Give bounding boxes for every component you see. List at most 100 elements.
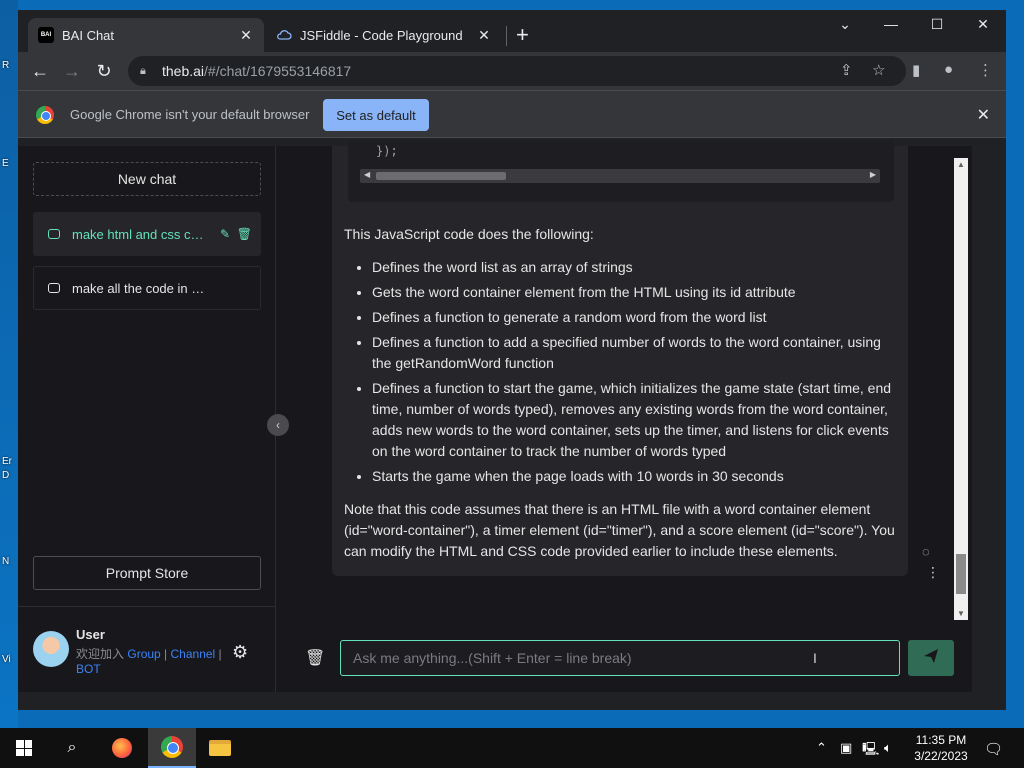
share-icon[interactable]: ⇪ bbox=[840, 61, 853, 79]
chat-bubble-icon bbox=[48, 283, 60, 293]
message-content: This JavaScript code does the following:… bbox=[344, 224, 904, 574]
tab-search-icon[interactable]: ⌄ bbox=[822, 16, 868, 33]
sidebar: New chat make html and css code for a ty… bbox=[18, 146, 276, 692]
chat-vertical-scrollbar[interactable]: ▲ ▼ bbox=[954, 158, 968, 620]
default-browser-infobar: Google Chrome isn't your default browser… bbox=[18, 90, 1006, 138]
list-item: Gets the word container element from the… bbox=[372, 282, 904, 303]
firefox-icon bbox=[112, 738, 132, 758]
code-block: }); ◀ ▶ bbox=[348, 140, 894, 202]
network-icon[interactable]: 🖳︎ bbox=[862, 740, 879, 762]
prompt-store-button[interactable]: Prompt Store bbox=[33, 556, 261, 590]
desktop-icon-label[interactable]: R bbox=[2, 60, 9, 71]
profile-icon[interactable]: ● bbox=[944, 61, 953, 78]
close-infobar-icon[interactable]: ✕ bbox=[977, 105, 990, 125]
desktop-icon-label[interactable]: E bbox=[2, 158, 9, 169]
send-button[interactable] bbox=[908, 640, 954, 676]
address-bar[interactable]: 🔒︎ theb.ai /#/chat/1679553146817 bbox=[128, 56, 906, 86]
scroll-right-icon[interactable]: ▶ bbox=[870, 170, 876, 179]
reload-icon[interactable]: ↻ bbox=[92, 60, 116, 82]
search-icon[interactable]: ⌕ bbox=[48, 728, 96, 768]
input-bar: 🗑︎ I bbox=[277, 622, 972, 692]
clock-time: 11:35 PM bbox=[915, 733, 967, 747]
bot-link[interactable]: BOT bbox=[76, 662, 101, 676]
chat-item[interactable]: make all the code in one single file bbox=[33, 266, 261, 310]
volume-muted-icon[interactable]: 🔈︎ bbox=[884, 740, 892, 756]
separator: | bbox=[160, 647, 171, 661]
set-as-default-button[interactable]: Set as default bbox=[323, 99, 429, 131]
close-tab-icon[interactable]: ✕ bbox=[238, 27, 254, 44]
minimize-icon[interactable]: — bbox=[868, 16, 914, 32]
scroll-down-icon[interactable]: ▼ bbox=[957, 609, 965, 618]
tab-title: BAI Chat bbox=[62, 27, 115, 43]
desktop-icon-label[interactable]: D bbox=[2, 470, 9, 481]
edit-icon[interactable]: ✎ bbox=[220, 227, 230, 241]
network-status-icon[interactable]: ▣ bbox=[840, 740, 852, 756]
channel-link[interactable]: Channel bbox=[171, 647, 216, 661]
code-horizontal-scrollbar[interactable]: ◀ ▶ bbox=[360, 169, 880, 183]
message-intro: This JavaScript code does the following: bbox=[344, 226, 594, 242]
tab-title: JSFiddle - Code Playground bbox=[300, 27, 463, 43]
scrollbar-thumb[interactable] bbox=[376, 172, 506, 180]
close-tab-icon[interactable]: ✕ bbox=[476, 27, 492, 44]
bai-chat-app: New chat make html and css code for a ty… bbox=[18, 140, 972, 692]
scroll-up-icon[interactable]: ▲ bbox=[957, 160, 965, 169]
scroll-left-icon[interactable]: ◀ bbox=[364, 170, 370, 179]
lock-icon: 🔒︎ bbox=[140, 64, 146, 77]
list-item: Starts the game when the page loads with… bbox=[372, 466, 904, 487]
bookmark-star-icon[interactable]: ☆ bbox=[872, 61, 885, 79]
tab-jsfiddle[interactable]: JSFiddle - Code Playground ✕ bbox=[266, 18, 502, 52]
chrome-icon bbox=[161, 736, 183, 758]
regenerate-icon[interactable]: ◌ bbox=[922, 544, 930, 559]
file-explorer-taskbar-button[interactable] bbox=[196, 728, 244, 768]
code-fragment: }); bbox=[376, 144, 398, 158]
jsfiddle-cloud-icon bbox=[276, 27, 292, 43]
user-links: 欢迎加入 Group | Channel | BOT bbox=[76, 647, 226, 677]
taskbar: ⌕ ⌃ ▣ 🖳︎ 🔈︎ 11:35 PM 3/22/2023 🗨︎ bbox=[0, 728, 1024, 768]
system-clock[interactable]: 11:35 PM 3/22/2023 bbox=[906, 732, 976, 764]
desktop-icon-label[interactable]: Er bbox=[2, 456, 12, 467]
start-button[interactable] bbox=[0, 728, 48, 768]
message-bullet-list: Defines the word list as an array of str… bbox=[344, 257, 904, 487]
clear-chat-trash-icon[interactable]: 🗑︎ bbox=[305, 648, 325, 668]
url-host: theb.ai bbox=[162, 63, 205, 79]
desktop-icon-label[interactable]: Vi bbox=[2, 654, 11, 665]
chat-item-active[interactable]: make html and css code for a typing game… bbox=[33, 212, 261, 256]
group-link[interactable]: Group bbox=[127, 647, 160, 661]
text-cursor-icon: I bbox=[813, 650, 817, 666]
gear-icon[interactable]: ⚙ bbox=[232, 642, 248, 663]
desktop-background bbox=[0, 0, 18, 728]
new-tab-icon[interactable]: + bbox=[516, 24, 529, 46]
message-note: Note that this code assumes that there i… bbox=[344, 501, 895, 559]
side-panel-icon[interactable]: ▮ bbox=[912, 61, 920, 79]
more-options-icon[interactable]: ⋮ bbox=[926, 564, 940, 581]
chat-main: }); ◀ ▶ This JavaScript code does the fo… bbox=[277, 140, 972, 692]
user-welcome-text: 欢迎加入 bbox=[76, 647, 125, 661]
windows-logo-icon bbox=[16, 740, 32, 756]
chat-item-label: make html and css code for a typing game bbox=[72, 226, 206, 242]
trash-icon[interactable]: 🗑︎ bbox=[237, 227, 252, 241]
forward-icon[interactable]: → bbox=[60, 60, 84, 82]
chat-item-label: make all the code in one single file bbox=[72, 280, 206, 296]
list-item: Defines the word list as an array of str… bbox=[372, 257, 904, 278]
url-path: /#/chat/1679553146817 bbox=[204, 63, 352, 79]
firefox-taskbar-button[interactable] bbox=[98, 728, 146, 768]
close-window-icon[interactable]: ✕ bbox=[960, 16, 1006, 33]
clock-date: 3/22/2023 bbox=[914, 749, 968, 763]
maximize-icon[interactable]: ☐ bbox=[914, 16, 960, 33]
list-item: Defines a function to add a specified nu… bbox=[372, 332, 904, 374]
back-icon[interactable]: ← bbox=[28, 60, 52, 82]
separator: | bbox=[215, 647, 222, 661]
infobar-message: Google Chrome isn't your default browser bbox=[70, 107, 310, 122]
list-item: Defines a function to start the game, wh… bbox=[372, 378, 904, 462]
scrollbar-thumb[interactable] bbox=[956, 554, 966, 594]
chrome-taskbar-button[interactable] bbox=[148, 728, 196, 768]
tab-strip: BAI BAI Chat ✕ JSFiddle - Code Playgroun… bbox=[18, 10, 1006, 52]
desktop-icon-label[interactable]: N bbox=[2, 556, 9, 567]
tab-bai-chat[interactable]: BAI BAI Chat ✕ bbox=[28, 18, 264, 52]
user-panel: User 欢迎加入 Group | Channel | BOT ⚙ bbox=[18, 606, 276, 692]
show-hidden-icons-chevron-icon[interactable]: ⌃ bbox=[816, 740, 827, 756]
notifications-icon[interactable]: 🗨︎ bbox=[984, 740, 1003, 758]
new-chat-button[interactable]: New chat bbox=[33, 162, 261, 196]
folder-icon bbox=[209, 740, 231, 756]
menu-dots-icon[interactable]: ⋮ bbox=[978, 61, 993, 79]
